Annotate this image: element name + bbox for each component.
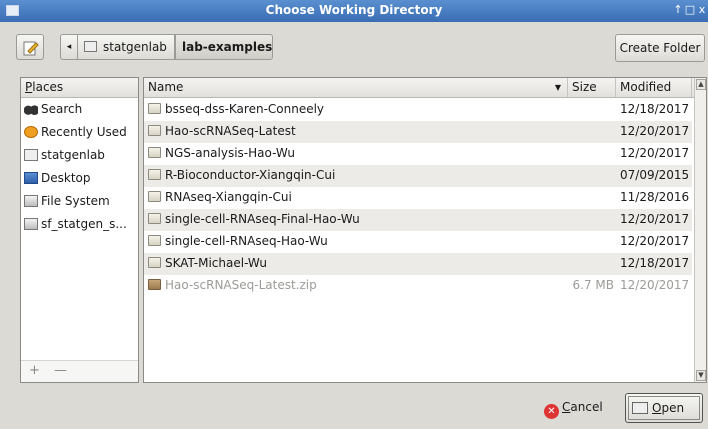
scroll-down-icon[interactable]: ▼ <box>696 370 706 381</box>
column-modified[interactable]: Modified <box>616 78 692 97</box>
folder-icon <box>148 257 161 268</box>
sort-down-icon: ▼ <box>554 83 561 92</box>
file-size: 6.7 MB <box>572 278 614 292</box>
file-name: SKAT-Michael-Wu <box>165 256 267 270</box>
close-icon[interactable]: x <box>696 3 708 16</box>
scroll-up-icon[interactable]: ▲ <box>696 79 706 90</box>
file-modified: 12/20/2017 <box>620 234 690 248</box>
file-modified: 12/20/2017 <box>620 146 690 160</box>
file-modified: 12/18/2017 <box>620 102 690 116</box>
create-folder-button[interactable]: Create Folder <box>615 34 705 62</box>
file-modified: 12/20/2017 <box>620 212 690 226</box>
maximize-icon[interactable]: □ <box>684 3 696 16</box>
file-modified: 12/20/2017 <box>620 124 690 138</box>
file-name: RNAseq-Xiangqin-Cui <box>165 190 292 204</box>
binoculars-icon <box>24 103 38 115</box>
file-name: NGS-analysis-Hao-Wu <box>165 146 295 160</box>
place-recently-used[interactable]: Recently Used <box>21 121 138 144</box>
open-folder-icon <box>632 402 648 414</box>
remove-bookmark-icon[interactable]: — <box>54 363 67 378</box>
folder-icon <box>148 169 161 180</box>
file-modified: 12/20/2017 <box>620 278 690 292</box>
crumb-label: statgenlab <box>103 40 167 54</box>
file-row[interactable]: single-cell-RNAseq-Hao-Wu 12/20/2017 <box>144 231 692 253</box>
crumb-label: lab-examples <box>182 40 273 54</box>
vertical-scrollbar[interactable]: ▲ ▼ <box>694 78 706 382</box>
file-list: Name ▼ Size Modified bsseq-dss-Karen-Conn… <box>143 77 707 383</box>
places-footer: + — <box>21 360 138 382</box>
folder-icon <box>148 213 161 224</box>
cancel-icon: ✕ <box>544 404 559 419</box>
clock-icon <box>24 126 38 138</box>
folder-icon <box>84 41 97 52</box>
file-row[interactable]: R-Bioconductor-Xiangqin-Cui 07/09/2015 <box>144 165 692 187</box>
column-size[interactable]: Size <box>568 78 616 97</box>
drive-icon <box>24 195 38 207</box>
folder-icon <box>148 147 161 158</box>
places-header[interactable]: Places <box>21 78 138 98</box>
home-folder-icon <box>24 149 38 161</box>
open-button[interactable]: Open <box>625 393 703 423</box>
file-row[interactable]: RNAseq-Xiangqin-Cui 11/28/2016 <box>144 187 692 209</box>
places-pane: Places Search Recently Used statgenlab D… <box>20 77 139 383</box>
window-title: Choose Working Directory <box>265 3 443 17</box>
place-search[interactable]: Search <box>21 98 138 121</box>
file-row[interactable]: Hao-scRNASeq-Latest 12/20/2017 <box>144 121 692 143</box>
place-label: Desktop <box>41 171 91 185</box>
file-modified: 12/18/2017 <box>620 256 690 270</box>
folder-icon <box>148 235 161 246</box>
edit-location-icon <box>23 41 39 56</box>
folder-icon <box>148 191 161 202</box>
place-label: File System <box>41 194 110 208</box>
file-list-header: Name ▼ Size Modified <box>144 78 706 98</box>
type-location-button[interactable] <box>16 34 44 60</box>
shade-icon[interactable]: ↑ <box>672 3 684 16</box>
place-sf-statgen[interactable]: sf_statgen_s... <box>21 213 138 236</box>
file-modified: 07/09/2015 <box>620 168 690 182</box>
cancel-label: ancel <box>570 400 603 414</box>
add-bookmark-icon[interactable]: + <box>29 363 40 378</box>
file-modified: 11/28/2016 <box>620 190 690 204</box>
file-name: Hao-scRNASeq-Latest <box>165 124 296 138</box>
place-label: statgenlab <box>41 148 105 162</box>
file-name: bsseq-dss-Karen-Conneely <box>165 102 325 116</box>
path-scroll-left-button[interactable]: ◂ <box>60 34 78 60</box>
file-row[interactable]: bsseq-dss-Karen-Conneely 12/18/2017 <box>144 99 692 121</box>
column-name-label: Name <box>148 80 184 94</box>
place-label: sf_statgen_s... <box>41 217 127 231</box>
desktop-icon <box>24 172 38 184</box>
file-name: single-cell-RNAseq-Hao-Wu <box>165 234 328 248</box>
file-row[interactable]: NGS-analysis-Hao-Wu 12/20/2017 <box>144 143 692 165</box>
column-name[interactable]: Name ▼ <box>144 78 568 97</box>
place-file-system[interactable]: File System <box>21 190 138 213</box>
file-name: single-cell-RNAseq-Final-Hao-Wu <box>165 212 360 226</box>
place-statgenlab[interactable]: statgenlab <box>21 144 138 167</box>
place-desktop[interactable]: Desktop <box>21 167 138 190</box>
file-name: Hao-scRNASeq-Latest.zip <box>165 278 317 292</box>
places-header-label: laces <box>32 80 64 94</box>
crumb-lab-examples[interactable]: lab-examples <box>175 34 273 60</box>
archive-icon <box>148 279 161 290</box>
folder-icon <box>148 103 161 114</box>
file-name: R-Bioconductor-Xiangqin-Cui <box>165 168 336 182</box>
cancel-button[interactable]: ✕ Cancel <box>540 395 617 421</box>
title-bar: Choose Working Directory ↑ □ x <box>0 0 708 22</box>
crumb-statgenlab[interactable]: statgenlab <box>77 34 175 60</box>
drive-icon <box>24 218 38 230</box>
open-label: pen <box>661 401 685 415</box>
place-label: Search <box>41 102 83 116</box>
file-row[interactable]: Hao-scRNASeq-Latest.zip 6.7 MB 12/20/201… <box>144 275 692 297</box>
folder-icon <box>148 125 161 136</box>
file-row[interactable]: SKAT-Michael-Wu 12/18/2017 <box>144 253 692 275</box>
place-label: Recently Used <box>41 125 127 139</box>
file-row[interactable]: single-cell-RNAseq-Final-Hao-Wu 12/20/20… <box>144 209 692 231</box>
